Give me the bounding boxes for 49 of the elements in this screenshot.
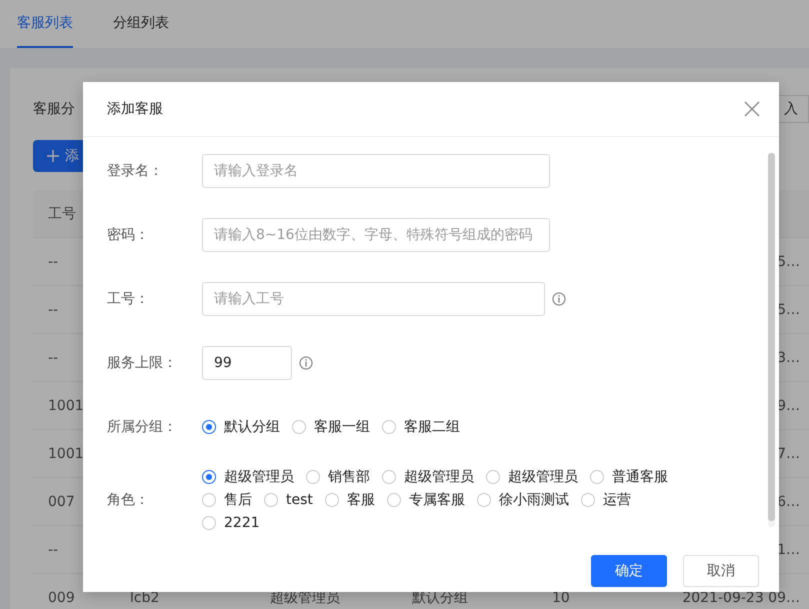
confirm-button[interactable]: 确定 bbox=[591, 555, 667, 587]
info-icon bbox=[299, 356, 313, 370]
radio-option[interactable]: 2221 bbox=[202, 514, 260, 532]
dialog-title: 添加客服 bbox=[107, 100, 163, 118]
field-label: 密码： bbox=[107, 226, 150, 244]
radio-option[interactable]: test bbox=[264, 491, 313, 509]
table-cell: -- bbox=[48, 254, 58, 270]
cancel-button[interactable]: 取消 bbox=[683, 555, 759, 587]
info-icon bbox=[552, 292, 566, 306]
radio-option[interactable]: 运营 bbox=[580, 491, 631, 509]
radio-option[interactable]: 客服一组 bbox=[292, 418, 370, 436]
radio-option[interactable]: 专属客服 bbox=[386, 491, 465, 509]
table-cell: 2021-09-23 09… bbox=[682, 590, 800, 606]
field-label: 工号： bbox=[107, 290, 150, 308]
input-field[interactable]: 请输入登录名 bbox=[202, 154, 550, 188]
input-field[interactable]: 请输入工号 bbox=[202, 282, 545, 316]
column-header: 工号 bbox=[48, 204, 76, 222]
radio-option[interactable]: 售后 bbox=[202, 491, 252, 509]
radio-option[interactable]: 超级管理员 bbox=[382, 468, 474, 486]
filter-label: 客服分 bbox=[33, 100, 75, 118]
radio-option[interactable]: 超级管理员 bbox=[486, 468, 578, 486]
table-cell: -- bbox=[48, 350, 58, 366]
tab[interactable]: 分组列表 bbox=[113, 0, 169, 48]
table-cell: 007 bbox=[48, 494, 75, 510]
radio-option[interactable]: 徐小雨测试 bbox=[476, 491, 569, 509]
table-cell: 7… bbox=[777, 446, 800, 462]
radio-option[interactable]: 销售部 bbox=[306, 468, 370, 486]
table-cell: 009 bbox=[48, 590, 75, 606]
input-field[interactable]: 99 bbox=[202, 346, 292, 380]
table-cell: 1… bbox=[777, 542, 800, 558]
radio-option[interactable]: 客服 bbox=[324, 491, 375, 509]
close-button[interactable] bbox=[743, 100, 761, 118]
radio-option[interactable]: 默认分组 bbox=[202, 418, 280, 436]
table-cell: 1001 bbox=[48, 398, 84, 414]
tab[interactable]: 客服列表 bbox=[17, 0, 73, 48]
table-cell: -- bbox=[48, 302, 58, 318]
radio-option[interactable]: 超级管理员 bbox=[202, 468, 294, 486]
plus-icon bbox=[47, 150, 59, 162]
table-cell: 1001 bbox=[48, 446, 84, 462]
field-label: 所属分组： bbox=[107, 418, 178, 436]
radio-option[interactable]: 客服二组 bbox=[382, 418, 460, 436]
table-cell: lcb2 bbox=[130, 590, 160, 606]
table-cell: -- bbox=[48, 542, 58, 558]
field-label: 服务上限： bbox=[107, 354, 178, 372]
input-field[interactable]: 请输入8~16位由数字、字母、特殊符号组成的密码 bbox=[202, 218, 550, 252]
radio-option[interactable]: 普通客服 bbox=[590, 468, 668, 486]
table-cell: 10 bbox=[552, 590, 570, 606]
field-label: 角色： bbox=[107, 491, 150, 509]
scrollbar[interactable] bbox=[768, 153, 775, 527]
